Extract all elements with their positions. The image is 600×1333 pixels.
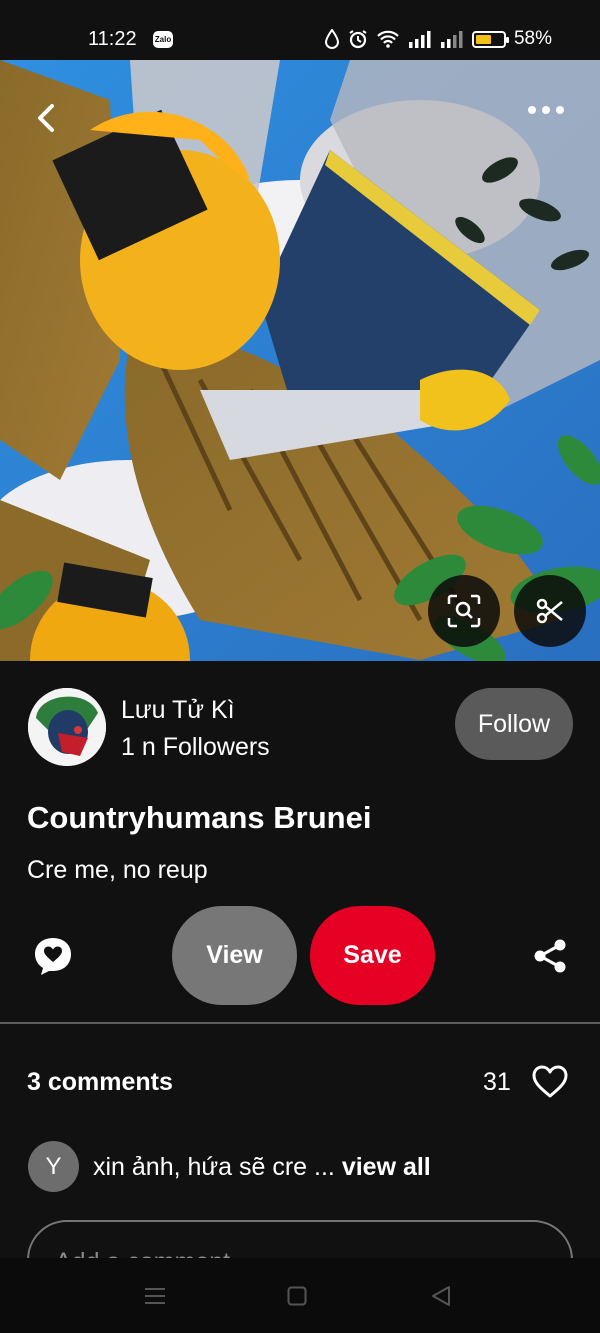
recent-apps-icon[interactable] (144, 1286, 166, 1306)
comment-preview-text: xin ảnh, hứa sẽ cre ... view all (93, 1153, 431, 1182)
battery-percent: 58% (513, 28, 552, 49)
system-back-icon[interactable] (430, 1285, 452, 1307)
like-count: 31 (483, 1068, 511, 1096)
status-time: 11:22 (88, 28, 137, 50)
more-options-button[interactable] (528, 98, 572, 122)
comment-heart-icon[interactable] (33, 936, 73, 976)
zalo-notification-icon: Zalo (153, 31, 173, 48)
more-icon-dot (528, 106, 536, 114)
comment-preview[interactable]: Y xin ảnh, hứa sẽ cre ... view all (0, 1140, 600, 1194)
status-icons: 58% (324, 28, 552, 50)
signal-icon (408, 31, 431, 48)
status-bar: 11:22 Zalo 58% (0, 0, 600, 60)
pin-image[interactable] (0, 60, 600, 661)
cutout-button[interactable] (514, 575, 586, 647)
author-row: Lưu Tử Kì 1 n Followers Follow (0, 688, 600, 768)
section-divider (0, 1022, 600, 1024)
back-icon[interactable] (28, 98, 68, 138)
battery-icon (471, 30, 509, 48)
pin-description: Cre me, no reup (27, 856, 208, 884)
share-icon[interactable] (532, 938, 568, 974)
pin-artwork (0, 60, 600, 661)
view-all-comments-link[interactable]: view all (342, 1153, 431, 1181)
scissors-icon (536, 598, 563, 624)
save-button[interactable]: Save (310, 906, 435, 1005)
visual-search-icon (447, 594, 481, 628)
comments-count[interactable]: 3 comments (27, 1068, 173, 1097)
more-icon-dot (542, 106, 550, 114)
more-icon-dot (556, 106, 564, 114)
author-avatar[interactable] (28, 688, 106, 766)
visual-search-button[interactable] (428, 575, 500, 647)
pin-title: Countryhumans Brunei (27, 800, 372, 835)
action-row: View Save (0, 906, 600, 1006)
home-icon[interactable] (287, 1286, 307, 1306)
view-button[interactable]: View (172, 906, 297, 1005)
follow-button[interactable]: Follow (455, 688, 573, 760)
author-name[interactable]: Lưu Tử Kì (121, 696, 235, 725)
alarm-icon (349, 30, 367, 49)
commenter-avatar[interactable]: Y (28, 1141, 79, 1192)
comment-text: xin ảnh, hứa sẽ cre ... (93, 1153, 335, 1181)
water-drop-icon (324, 29, 339, 49)
signal-icon (440, 31, 463, 48)
battery-fill (475, 34, 491, 44)
wifi-icon (377, 30, 399, 48)
avatar-image (28, 688, 106, 766)
heart-icon[interactable] (532, 1064, 568, 1100)
follower-count: 1 n Followers (121, 733, 270, 761)
system-nav-bar (0, 1258, 600, 1333)
